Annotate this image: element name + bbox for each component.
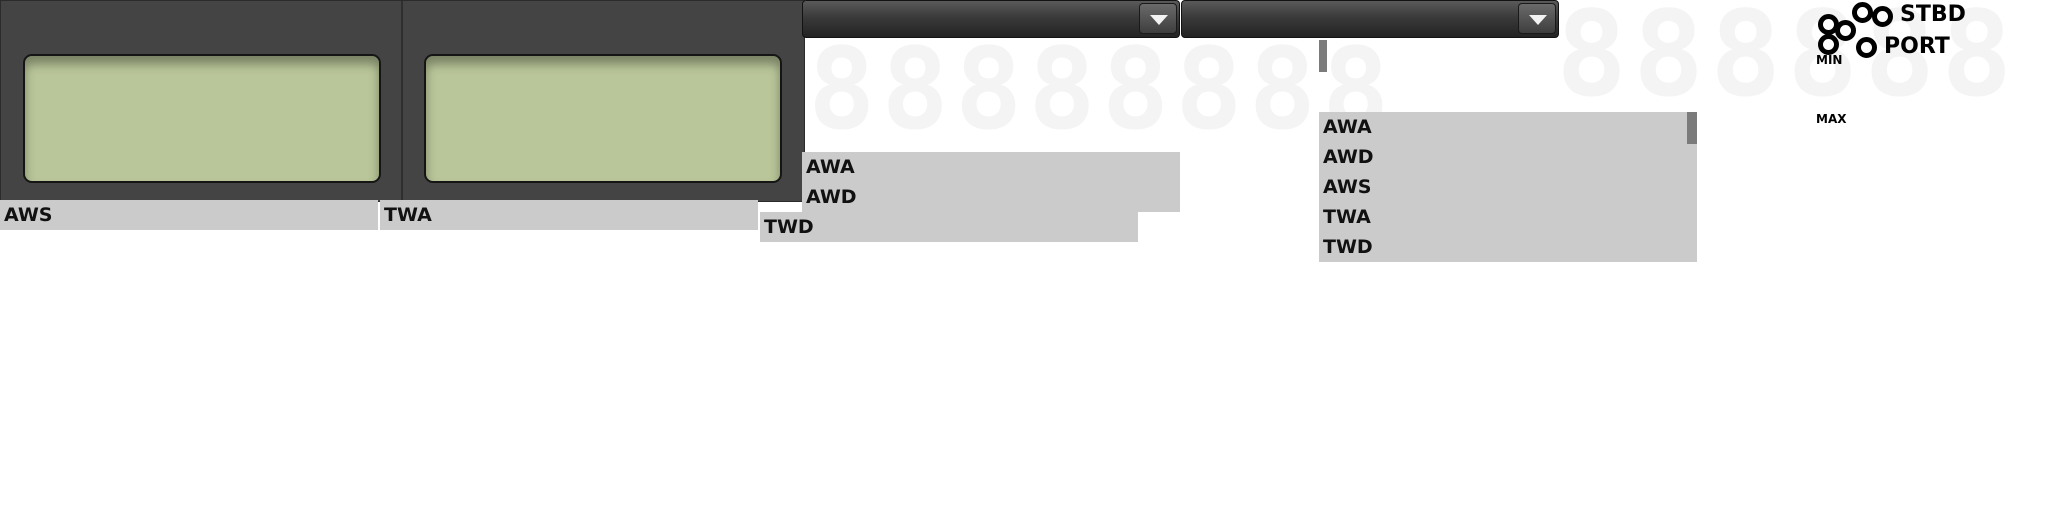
panel-divider xyxy=(401,1,403,201)
min-label: MIN xyxy=(1816,53,1843,67)
radio-ring-icon[interactable] xyxy=(1856,37,1877,58)
dropdown-list-a: AWA AWD xyxy=(802,152,1180,212)
dropdown-list-b: AWA AWD AWS TWA TWD xyxy=(1319,112,1697,262)
stbd-label[interactable]: STBD xyxy=(1900,2,1966,27)
list-item[interactable]: AWA xyxy=(1319,112,1697,142)
radio-ring-icon[interactable] xyxy=(1818,34,1839,55)
list-scrollbar-thumb[interactable] xyxy=(1687,112,1697,144)
scrollbar-handle[interactable] xyxy=(1319,40,1327,72)
chevron-down-icon xyxy=(1150,15,1168,25)
lcd-screen-left xyxy=(23,54,381,183)
side-selector: STBD PORT MIN MAX xyxy=(1816,0,2016,130)
chevron-down-icon xyxy=(1529,15,1547,25)
list-item[interactable]: AWS xyxy=(1319,172,1697,202)
list-item[interactable]: TWD xyxy=(760,212,1138,242)
list-item[interactable]: AWD xyxy=(1319,142,1697,172)
dropdown-a[interactable] xyxy=(802,0,1180,38)
list-item[interactable]: TWD xyxy=(1319,232,1697,262)
max-label: MAX xyxy=(1816,112,1847,126)
radio-ring-icon[interactable] xyxy=(1872,6,1893,27)
ghost-digits-a: 88888888 xyxy=(808,25,1396,155)
dropdown-list-a-extra: TWD xyxy=(760,212,1138,242)
radio-ring-icon[interactable] xyxy=(1852,2,1873,23)
port-label[interactable]: PORT xyxy=(1884,34,1950,59)
list-item[interactable]: TWA xyxy=(1319,202,1697,232)
instrument-label-right[interactable]: TWA xyxy=(380,200,758,230)
instrument-label-left[interactable]: AWS xyxy=(0,200,378,230)
dropdown-b[interactable] xyxy=(1181,0,1559,38)
instrument-panel xyxy=(0,0,805,202)
list-item[interactable]: AWA xyxy=(802,152,1180,182)
lcd-screen-right xyxy=(424,54,782,183)
radio-ring-icon[interactable] xyxy=(1835,20,1856,41)
list-item[interactable]: AWD xyxy=(802,182,1180,212)
dropdown-a-button[interactable] xyxy=(1139,3,1177,34)
dropdown-b-button[interactable] xyxy=(1518,3,1556,34)
